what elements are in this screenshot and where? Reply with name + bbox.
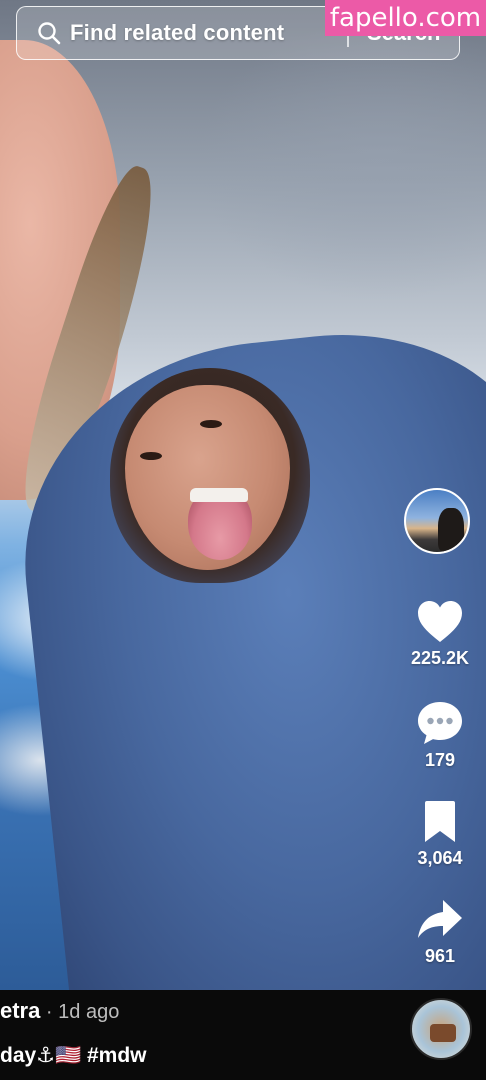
avatar-figure	[438, 508, 464, 552]
comment-count: 179	[424, 750, 456, 770]
save-button[interactable]: 3,064	[404, 800, 476, 869]
bookmark-icon	[425, 801, 455, 842]
like-button[interactable]: 225.2K	[404, 600, 476, 669]
post-time: 1d ago	[58, 1001, 120, 1023]
comment-button[interactable]: 179	[404, 700, 476, 771]
watermark: fapello.com	[325, 0, 486, 36]
share-count: 961	[424, 946, 456, 966]
music-disc-image	[430, 1024, 456, 1042]
author-name[interactable]: etra	[0, 998, 40, 1023]
author-line: etra · 1d ago	[0, 998, 119, 1024]
search-input[interactable]: Find related content	[70, 20, 284, 46]
video-eye-left	[140, 452, 162, 460]
post-caption[interactable]: day⚓🇺🇸 #mdw	[0, 1043, 147, 1068]
music-disc[interactable]	[410, 998, 472, 1060]
video-teeth	[190, 488, 248, 502]
share-arrow-icon	[418, 900, 462, 938]
creator-avatar[interactable]	[404, 488, 470, 554]
comment-icon	[418, 702, 462, 744]
author-separator: ·	[40, 1001, 59, 1023]
save-count: 3,064	[417, 848, 463, 868]
video-eye-right	[200, 420, 222, 428]
share-button[interactable]: 961	[404, 898, 476, 967]
like-count: 225.2K	[410, 648, 470, 668]
search-icon	[38, 22, 61, 45]
heart-icon	[418, 601, 462, 642]
